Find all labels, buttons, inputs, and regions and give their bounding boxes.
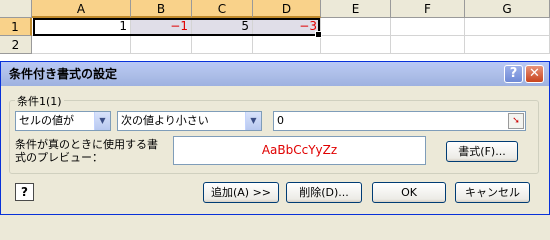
- cell-d1[interactable]: −3: [253, 18, 321, 36]
- cell-f2[interactable]: [391, 36, 465, 54]
- row-header-2[interactable]: 2: [0, 36, 32, 54]
- help-icon[interactable]: ?: [15, 183, 34, 201]
- condition-label: 条件1(1): [15, 93, 64, 109]
- column-header-g[interactable]: G: [465, 0, 550, 18]
- ok-button[interactable]: OK: [372, 182, 446, 203]
- cell-a2[interactable]: [32, 36, 131, 54]
- chevron-down-icon[interactable]: ▼: [245, 112, 261, 130]
- column-header-e[interactable]: E: [321, 0, 391, 18]
- row-header-1[interactable]: 1: [0, 18, 32, 36]
- column-header-a[interactable]: A: [32, 0, 131, 18]
- close-button[interactable]: ✕: [525, 65, 544, 83]
- value-input[interactable]: 0 ➘: [273, 111, 526, 131]
- cell-b2[interactable]: [131, 36, 192, 54]
- column-header-b[interactable]: B: [131, 0, 192, 18]
- column-header-f[interactable]: F: [391, 0, 465, 18]
- cell-g2[interactable]: [465, 36, 550, 54]
- range-select-icon[interactable]: ➘: [508, 113, 524, 129]
- cell-d2[interactable]: [253, 36, 321, 54]
- conditional-format-dialog: 条件付き書式の設定 ? ✕ 条件1(1) セルの値が ▼ 次の値より小さい ▼ …: [0, 61, 550, 215]
- operator-select[interactable]: 次の値より小さい ▼: [117, 111, 262, 131]
- cell-g1[interactable]: [465, 18, 550, 36]
- delete-button[interactable]: 削除(D)...: [286, 182, 362, 203]
- condition-type-value: セルの値が: [19, 114, 74, 127]
- column-header-d[interactable]: D: [253, 0, 321, 18]
- add-button[interactable]: 追加(A) >>: [203, 182, 279, 203]
- title-help-button[interactable]: ?: [504, 65, 523, 83]
- dialog-title-bar[interactable]: 条件付き書式の設定 ? ✕: [1, 62, 549, 86]
- spreadsheet-grid: A B C D E F G 1 2 1 −1 5 −3: [0, 0, 550, 61]
- value-text: 0: [277, 114, 284, 127]
- format-preview: AaBbCcYyZz: [173, 136, 426, 165]
- cell-a1[interactable]: 1: [32, 18, 131, 36]
- cell-e1[interactable]: [321, 18, 391, 36]
- select-all-corner[interactable]: [0, 0, 32, 18]
- preview-label: 条件が真のときに使用する書式のプレビュー：: [15, 138, 158, 164]
- condition-type-select[interactable]: セルの値が ▼: [15, 111, 111, 131]
- column-header-c[interactable]: C: [192, 0, 253, 18]
- operator-value: 次の値より小さい: [121, 114, 209, 127]
- chevron-down-icon[interactable]: ▼: [94, 112, 110, 130]
- cell-c2[interactable]: [192, 36, 253, 54]
- cell-f1[interactable]: [391, 18, 465, 36]
- cancel-button[interactable]: キャンセル: [455, 182, 530, 203]
- cell-c1[interactable]: 5: [192, 18, 253, 36]
- format-button[interactable]: 書式(F)...: [446, 141, 518, 162]
- cell-b1[interactable]: −1: [131, 18, 192, 36]
- cell-e2[interactable]: [321, 36, 391, 54]
- dialog-title: 条件付き書式の設定: [9, 67, 118, 81]
